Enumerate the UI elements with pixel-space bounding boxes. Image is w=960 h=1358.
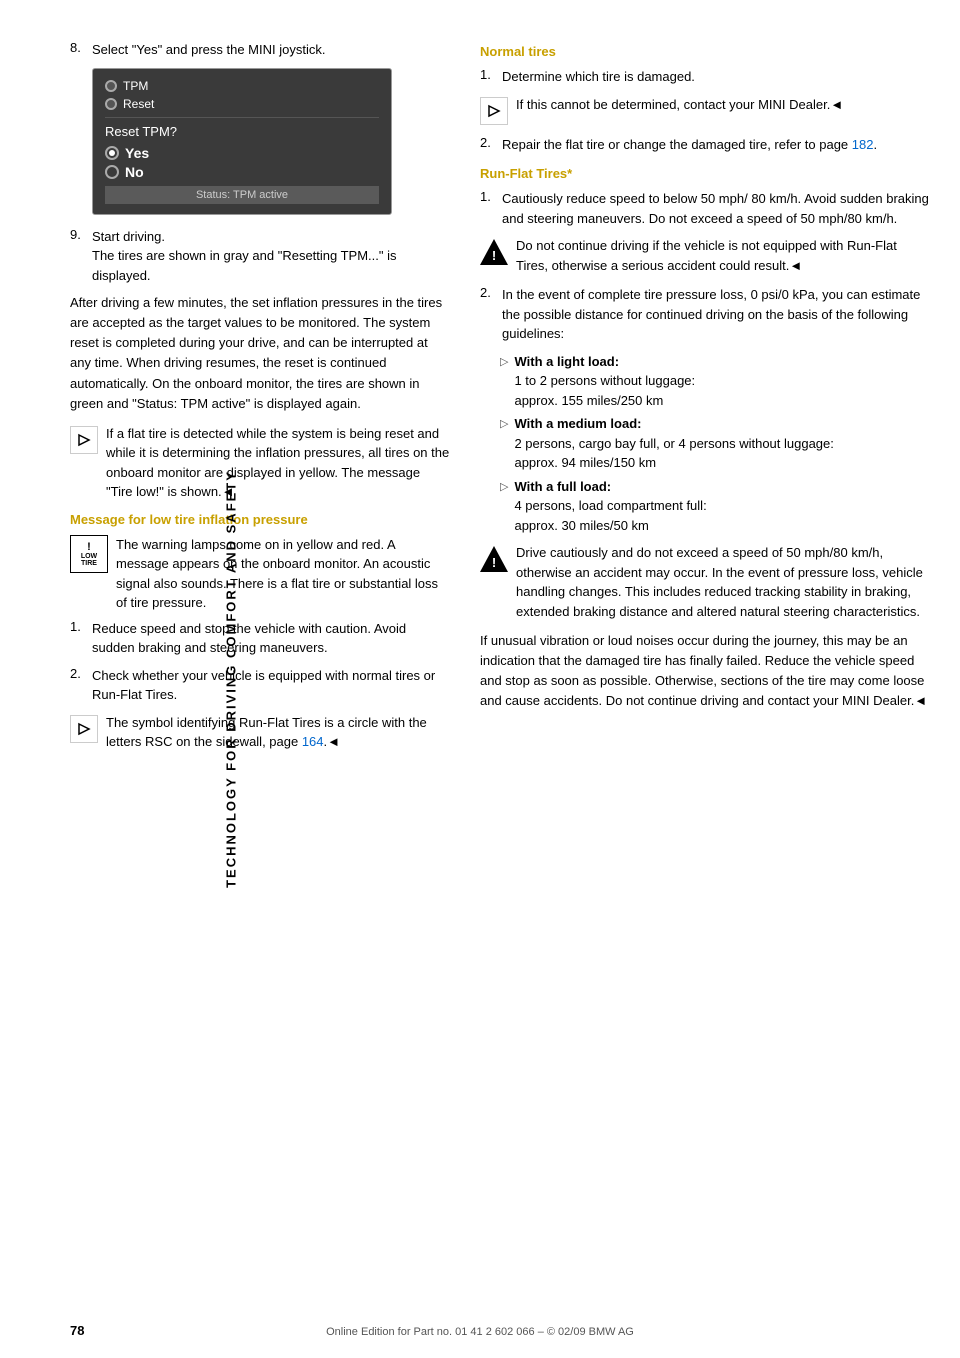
screen-status: Status: TPM active: [105, 186, 379, 204]
normal-step-1-num: 1.: [480, 67, 496, 87]
tpm-screen-wrapper: TPM Reset Reset TPM? Yes: [70, 68, 450, 215]
screen-yes-label: Yes: [125, 145, 149, 161]
screen-no-dot: [105, 165, 119, 179]
left-step-2-num: 2.: [70, 666, 86, 705]
normal-step-2-num: 2.: [480, 135, 496, 155]
sidebar-label: TECHNOLOGY FOR DRIVING COMFORT AND SAFET…: [223, 470, 238, 888]
screen-divider: [105, 117, 379, 118]
step-8-text: Select "Yes" and press the MINI joystick…: [92, 40, 450, 60]
bullet-light-load-text: With a light load: 1 to 2 persons withou…: [514, 352, 930, 411]
note-text-1: If a flat tire is detected while the sys…: [106, 424, 450, 502]
normal-note-1: If this cannot be determined, contact yo…: [480, 95, 930, 125]
left-step-2-text: Check whether your vehicle is equipped w…: [92, 666, 450, 705]
bullet-full-load-text: With a full load: 4 persons, load compar…: [514, 477, 930, 536]
page-container: TECHNOLOGY FOR DRIVING COMFORT AND SAFET…: [0, 0, 960, 1358]
bullet-medium-label: With a medium load:: [514, 416, 641, 431]
runflat-warning-text: Do not continue driving if the vehicle i…: [516, 236, 930, 275]
normal-step-1-text: Determine which tire is damaged.: [502, 67, 930, 87]
normal-step-2-text: Repair the flat tire or change the damag…: [502, 135, 930, 155]
left-step-1-text: Reduce speed and stop the vehicle with c…: [92, 619, 450, 658]
bullets-container: ▷ With a light load: 1 to 2 persons with…: [500, 352, 930, 536]
tire-low-label: LOW: [81, 553, 97, 560]
bullet-arrow-2: ▷: [500, 416, 508, 473]
tire-exclaim: !: [87, 541, 91, 553]
bullet-arrow-3: ▷: [500, 479, 508, 536]
screen-reset-item: Reset: [105, 97, 379, 111]
warning-icon-1: !: [480, 238, 508, 266]
normal-step-2: 2. Repair the flat tire or change the da…: [480, 135, 930, 155]
page-164-link[interactable]: 164: [302, 734, 324, 749]
step-8-num: 8.: [70, 40, 86, 60]
note-box-1: If a flat tire is detected while the sys…: [70, 424, 450, 502]
bullet-medium-detail: 2 persons, cargo bay full, or 4 persons …: [514, 436, 833, 471]
screen-tpm-label: TPM: [123, 79, 148, 93]
note-icon-2: [70, 715, 98, 743]
tire-pressure-icon: ! LOW TIRE: [70, 535, 108, 573]
bullet-arrow-1: ▷: [500, 354, 508, 411]
right-column: Normal tires 1. Determine which tire is …: [480, 40, 930, 762]
runflat-step-1-num: 1.: [480, 189, 496, 228]
screen-no-label: No: [125, 164, 144, 180]
step-9-line1: Start driving.: [92, 227, 450, 247]
para-after-step9: After driving a few minutes, the set inf…: [70, 293, 450, 414]
bullet-light-label: With a light load:: [514, 354, 619, 369]
tire-note-text: The warning lamps come on in yellow and …: [116, 535, 450, 613]
step-9-line2: The tires are shown in gray and "Resetti…: [92, 246, 450, 285]
normal-note-text-1: If this cannot be determined, contact yo…: [516, 95, 930, 125]
screen-no-option: No: [105, 164, 379, 180]
left-step-1: 1. Reduce speed and stop the vehicle wit…: [70, 619, 450, 658]
section-heading-tire-pressure: Message for low tire inflation pressure: [70, 512, 450, 527]
tpm-screen: TPM Reset Reset TPM? Yes: [92, 68, 392, 215]
drive-warning-box: ! Drive cautiously and do not exceed a s…: [480, 543, 930, 621]
page-footer: Online Edition for Part no. 01 41 2 602 …: [0, 1326, 960, 1338]
screen-top-items: TPM Reset: [105, 79, 379, 111]
warning-icon-2: !: [480, 545, 508, 573]
normal-step-1: 1. Determine which tire is damaged.: [480, 67, 930, 87]
arrow-right-icon-2: [77, 722, 91, 736]
radio-reset: [105, 98, 117, 110]
note-text-2: The symbol identifying Run-Flat Tires is…: [106, 713, 450, 752]
runflat-step-1-text: Cautiously reduce speed to below 50 mph/…: [502, 189, 930, 228]
note-box-2: The symbol identifying Run-Flat Tires is…: [70, 713, 450, 752]
screen-question: Reset TPM?: [105, 124, 379, 139]
bullet-light-detail: 1 to 2 persons without luggage:approx. 1…: [514, 373, 695, 408]
screen-yes-option: Yes: [105, 145, 379, 161]
screen-reset-label: Reset: [123, 97, 154, 111]
screen-tpm-item: TPM: [105, 79, 379, 93]
screen-yes-dot: [105, 146, 119, 160]
normal-tires-heading: Normal tires: [480, 44, 930, 59]
bullet-medium-load-text: With a medium load: 2 persons, cargo bay…: [514, 414, 930, 473]
bullet-full-label: With a full load:: [514, 479, 611, 494]
drive-warning-text: Drive cautiously and do not exceed a spe…: [516, 543, 930, 621]
tire-tire-label: TIRE: [81, 560, 97, 567]
left-column: 8. Select "Yes" and press the MINI joyst…: [70, 40, 450, 762]
bullet-light-load: ▷ With a light load: 1 to 2 persons with…: [500, 352, 930, 411]
left-step-2: 2. Check whether your vehicle is equippe…: [70, 666, 450, 705]
bullet-full-detail: 4 persons, load compartment full:approx.…: [514, 498, 706, 533]
step-9: 9. Start driving. The tires are shown in…: [70, 227, 450, 286]
page-182-link[interactable]: 182: [852, 137, 874, 152]
arrow-right-icon: [77, 433, 91, 447]
final-paragraph: If unusual vibration or loud noises occu…: [480, 631, 930, 712]
step-8: 8. Select "Yes" and press the MINI joyst…: [70, 40, 450, 60]
normal-note-icon-1: [480, 97, 508, 125]
runflat-step-2-num: 2.: [480, 285, 496, 344]
bullet-medium-load: ▷ With a medium load: 2 persons, cargo b…: [500, 414, 930, 473]
left-step-1-num: 1.: [70, 619, 86, 658]
radio-tpm: [105, 80, 117, 92]
runflat-step-2: 2. In the event of complete tire pressur…: [480, 285, 930, 344]
runflat-step-1: 1. Cautiously reduce speed to below 50 m…: [480, 189, 930, 228]
runflat-step-2-text: In the event of complete tire pressure l…: [502, 285, 930, 344]
main-content: 8. Select "Yes" and press the MINI joyst…: [70, 40, 930, 762]
tire-icon-section: ! LOW TIRE The warning lamps come on in …: [70, 535, 450, 613]
runflat-warning-box: ! Do not continue driving if the vehicle…: [480, 236, 930, 275]
step-9-content: Start driving. The tires are shown in gr…: [92, 227, 450, 286]
runflat-heading: Run-Flat Tires*: [480, 166, 930, 181]
note-icon-1: [70, 426, 98, 454]
arrow-right-icon-3: [487, 104, 501, 118]
step-9-num: 9.: [70, 227, 86, 286]
bullet-full-load: ▷ With a full load: 4 persons, load comp…: [500, 477, 930, 536]
